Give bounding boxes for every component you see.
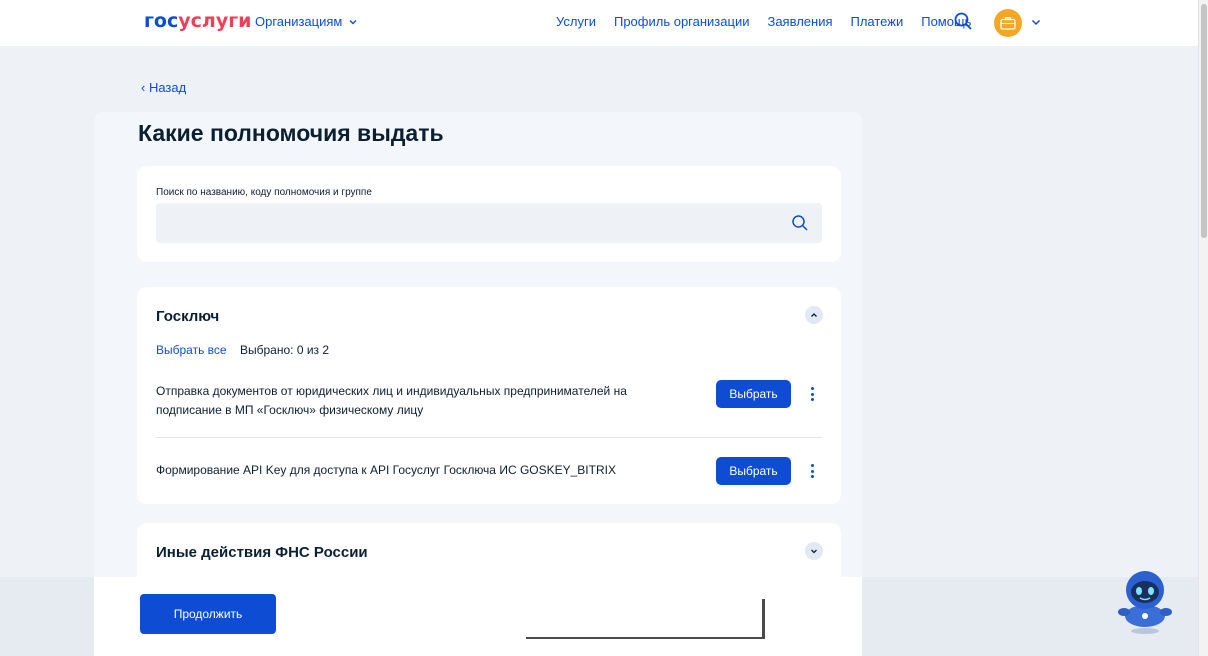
scrollbar-thumb[interactable] bbox=[1201, 4, 1207, 238]
collapse-group-button[interactable] bbox=[805, 306, 823, 324]
group-card-goskey: Госключ Выбрать все Выбрано: 0 из 2 Отпр… bbox=[137, 287, 841, 504]
selected-count: Выбрано: 0 из 2 bbox=[240, 343, 330, 357]
select-permission-button[interactable]: Выбрать bbox=[716, 457, 791, 485]
nav-services[interactable]: Услуги bbox=[556, 14, 596, 29]
chevron-down-icon bbox=[811, 549, 817, 554]
kebab-menu-icon[interactable] bbox=[806, 461, 818, 481]
modal-action-bar: Продолжить bbox=[94, 577, 862, 656]
organizations-menu-label: Организациям bbox=[255, 14, 343, 29]
chevron-down-icon bbox=[349, 19, 357, 24]
chevron-up-icon bbox=[811, 313, 817, 317]
kebab-menu-icon[interactable] bbox=[806, 384, 818, 404]
permission-text: Отправка документов от юридических лиц и… bbox=[156, 384, 627, 417]
search-label: Поиск по названию, коду полномочия и гру… bbox=[156, 187, 372, 198]
top-header: госуслуги Организациям Услуги Профиль ор… bbox=[0, 0, 1198, 46]
robot-assistant-icon[interactable] bbox=[1112, 566, 1178, 636]
permissions-modal: Какие полномочия выдать Поиск по названи… bbox=[94, 112, 862, 656]
select-all-link[interactable]: Выбрать все bbox=[156, 343, 227, 357]
briefcase-icon bbox=[1000, 17, 1016, 30]
chevron-down-icon[interactable] bbox=[1030, 16, 1042, 28]
nav-org-profile[interactable]: Профиль организации bbox=[614, 14, 749, 29]
gosuslugi-logo[interactable]: госуслуги bbox=[144, 9, 251, 33]
resize-handle[interactable] bbox=[526, 599, 765, 639]
select-permission-button[interactable]: Выбрать bbox=[716, 380, 791, 408]
search-icon[interactable] bbox=[791, 214, 809, 232]
nav-applications[interactable]: Заявления bbox=[767, 14, 832, 29]
avatar[interactable] bbox=[994, 9, 1022, 37]
modal-title: Какие полномочия выдать bbox=[138, 120, 444, 146]
permission-text: Формирование API Key для доступа к API Г… bbox=[156, 463, 616, 477]
page-scrollbar[interactable] bbox=[1198, 0, 1208, 656]
search-icon[interactable] bbox=[953, 11, 973, 31]
main-nav: Услуги Профиль организации Заявления Пла… bbox=[556, 14, 989, 29]
back-link[interactable]: ‹ Назад bbox=[141, 80, 186, 95]
group-title: Госключ bbox=[156, 308, 220, 325]
nav-payments[interactable]: Платежи bbox=[851, 14, 904, 29]
divider bbox=[156, 437, 822, 438]
permission-search-input[interactable] bbox=[156, 203, 822, 243]
group-title: Иные действия ФНС России bbox=[156, 544, 368, 561]
organizations-menu[interactable]: Организациям bbox=[255, 14, 358, 29]
search-card: Поиск по названию, коду полномочия и гру… bbox=[137, 166, 841, 262]
expand-group-button[interactable] bbox=[805, 542, 823, 560]
continue-button[interactable]: Продолжить bbox=[140, 594, 276, 634]
